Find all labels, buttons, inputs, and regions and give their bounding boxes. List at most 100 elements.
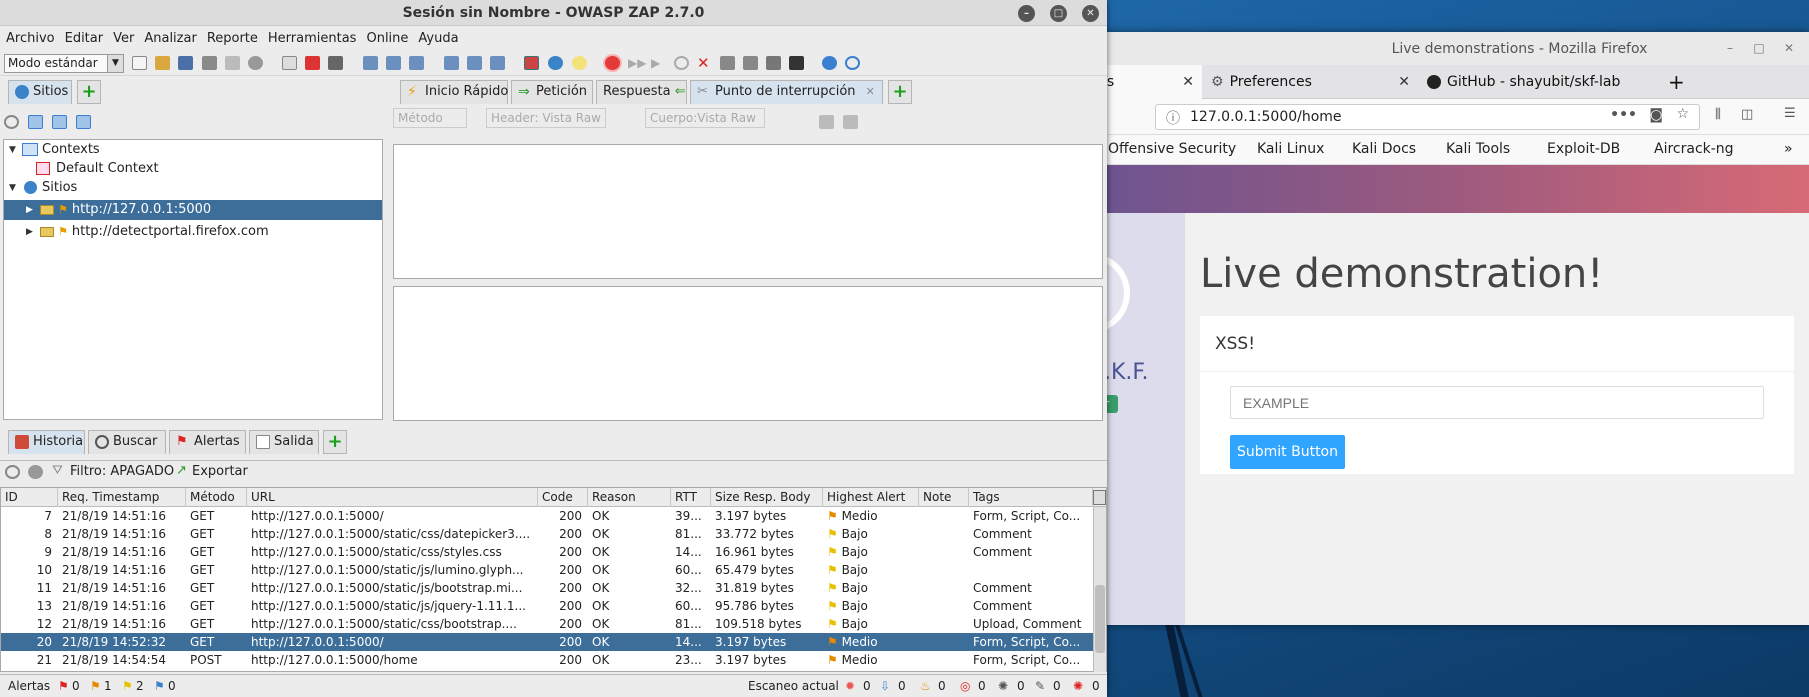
import-icon[interactable] xyxy=(328,56,343,70)
lightbulb-icon[interactable] xyxy=(572,56,587,70)
close-icon[interactable]: ✕ xyxy=(1082,5,1099,22)
split-view-icon[interactable] xyxy=(819,115,834,129)
collapsed-icon[interactable]: ▶ xyxy=(26,200,33,220)
info-icon[interactable]: ⓘ xyxy=(1166,108,1180,128)
encode-icon[interactable] xyxy=(720,56,735,70)
tools-icon[interactable] xyxy=(743,56,758,70)
menu-ayuda[interactable]: Ayuda xyxy=(418,31,458,46)
library-icon[interactable]: ⫼ xyxy=(1715,107,1721,122)
filter-status[interactable]: Filtro: APAGADO xyxy=(70,464,174,479)
menu-herramientas[interactable]: Herramientas xyxy=(268,31,357,46)
properties-icon[interactable] xyxy=(225,56,240,70)
table-row[interactable]: 11 21/8/19 14:51:16 GET http://127.0.0.1:50… xyxy=(1,579,1093,597)
close-tab-icon[interactable]: ✕ xyxy=(1398,74,1410,90)
table-row[interactable]: 9 21/8/19 14:51:16 GET http://127.0.0.1:500… xyxy=(1,543,1093,561)
bookmark-kali-linux[interactable]: Kali Linux xyxy=(1257,141,1324,157)
menu-online[interactable]: Online xyxy=(366,31,408,46)
tab-respuesta[interactable]: Respuesta ⇐ xyxy=(596,80,687,104)
step-icon[interactable]: ▶▶ xyxy=(628,56,646,70)
maximize-icon[interactable]: □ xyxy=(1050,5,1067,22)
tab-alertas[interactable]: ⚑ Alertas xyxy=(169,430,246,454)
minimize-icon[interactable]: – xyxy=(1018,5,1035,22)
filter-icon[interactable]: ⛛ xyxy=(52,463,63,478)
page-actions-icon[interactable]: ••• xyxy=(1610,107,1637,123)
new-tab-button[interactable]: + xyxy=(1660,65,1693,99)
gear-icon[interactable] xyxy=(248,56,263,70)
new-context-icon[interactable] xyxy=(282,56,297,70)
tab-buscar[interactable]: Buscar xyxy=(88,430,166,454)
layout-icon[interactable] xyxy=(409,56,424,70)
table-row[interactable]: 12 21/8/19 14:51:16 GET http://127.0.0.1:50… xyxy=(1,615,1093,633)
column-header[interactable]: Método xyxy=(186,488,247,507)
table-row[interactable]: 10 21/8/19 14:51:16 GET http://127.0.0.1:50… xyxy=(1,561,1093,579)
scope-icon[interactable] xyxy=(28,465,43,479)
table-row[interactable]: 13 21/8/19 14:51:16 GET http://127.0.0.1:50… xyxy=(1,597,1093,615)
layout-icon[interactable] xyxy=(490,56,505,70)
expand-icon[interactable]: ▼ xyxy=(9,140,16,160)
tab-preferences[interactable]: ⚙ Preferences ✕ xyxy=(1203,65,1418,99)
export-context-icon[interactable] xyxy=(76,115,91,129)
column-header[interactable]: Req. Timestamp xyxy=(58,488,186,507)
menu-analizar[interactable]: Analizar xyxy=(144,31,196,46)
column-header[interactable]: Highest Alert xyxy=(823,488,919,507)
minimize-icon[interactable]: – xyxy=(1723,41,1737,55)
column-header[interactable]: Note xyxy=(919,488,969,507)
export-button[interactable]: Exportar xyxy=(192,464,248,479)
break-icon[interactable] xyxy=(605,56,620,70)
tab-historia[interactable]: Historia xyxy=(8,430,85,454)
collapsed-icon[interactable]: ▶ xyxy=(26,222,33,242)
tree-node-default-context[interactable]: Default Context xyxy=(4,159,382,179)
refresh-icon[interactable] xyxy=(845,56,860,70)
scan-policy-icon[interactable] xyxy=(524,56,539,70)
request-body-pane[interactable] xyxy=(393,286,1103,421)
mode-select[interactable]: Modo estándar ▼ xyxy=(4,54,124,73)
tab-sitios[interactable]: Sitios xyxy=(8,80,72,104)
layout-icon[interactable] xyxy=(444,56,459,70)
tab-punto-de-interrupcion[interactable]: ✂ Punto de interrupción ✕ xyxy=(690,80,883,104)
table-row[interactable]: 21 21/8/19 14:54:54 POST http://127.0.0.1:5… xyxy=(1,651,1093,669)
drop-icon[interactable] xyxy=(674,56,689,70)
scrollbar-thumb[interactable] xyxy=(1095,585,1105,653)
tree-node-contexts[interactable]: ▼ Contexts xyxy=(4,140,382,160)
layout-icon[interactable] xyxy=(363,56,378,70)
target-icon[interactable] xyxy=(5,465,20,479)
column-header[interactable]: Tags xyxy=(969,488,1093,507)
new-session-icon[interactable] xyxy=(132,56,147,70)
export-icon[interactable]: ↗ xyxy=(176,463,187,478)
open-session-icon[interactable] xyxy=(155,56,170,70)
bookmark-aircrack-ng[interactable]: Aircrack-ng xyxy=(1654,141,1734,157)
column-header[interactable]: RTT xyxy=(671,488,711,507)
tree-node-sitios[interactable]: ▼ Sitios xyxy=(4,178,382,198)
bookmark-offensive-security[interactable]: Offensive Security xyxy=(1108,141,1236,157)
request-header-pane[interactable] xyxy=(393,144,1103,279)
expand-icon[interactable]: ▼ xyxy=(9,178,16,198)
close-tab-icon[interactable]: ✕ xyxy=(866,85,875,98)
method-select[interactable]: Método xyxy=(393,108,467,128)
tree-node-localhost[interactable]: ▶ ⚑ http://127.0.0.1:5000 xyxy=(4,200,382,220)
tab-salida[interactable]: Salida xyxy=(249,430,319,454)
save-session-icon[interactable] xyxy=(178,56,193,70)
remove-break-icon[interactable]: ✕ xyxy=(697,56,712,71)
tab-inicio-rapido[interactable]: ⚡ Inicio Rápido xyxy=(400,80,508,104)
column-header[interactable]: Size Resp. Body xyxy=(711,488,823,507)
column-header[interactable]: Reason xyxy=(588,488,671,507)
import-context-icon[interactable] xyxy=(52,115,67,129)
column-chooser-icon[interactable] xyxy=(1093,490,1106,505)
header-view-select[interactable]: Header: Vista Raw xyxy=(486,108,606,128)
vertical-scrollbar[interactable] xyxy=(1093,507,1106,672)
folder-icon[interactable] xyxy=(766,56,781,70)
body-view-select[interactable]: Cuerpo:Vista Raw xyxy=(645,108,765,128)
url-bar[interactable]: ⓘ 127.0.0.1:5000/home ••• ◙ ☆ xyxy=(1155,104,1700,130)
maximize-icon[interactable]: □ xyxy=(1752,41,1766,55)
layout-icon[interactable] xyxy=(386,56,401,70)
submit-button[interactable]: Submit Button xyxy=(1230,435,1345,469)
example-input[interactable] xyxy=(1230,386,1764,419)
table-row[interactable]: 7 21/8/19 14:51:16 GET http://127.0.0.1:500… xyxy=(1,507,1093,525)
menu-ver[interactable]: Ver xyxy=(113,31,134,46)
bookmark-kali-docs[interactable]: Kali Docs xyxy=(1352,141,1416,157)
column-header[interactable]: ID xyxy=(1,488,58,507)
tab-peticion[interactable]: ⇒ Petición xyxy=(511,80,593,104)
menu-editar[interactable]: Editar xyxy=(65,31,104,46)
continue-icon[interactable]: ▶ xyxy=(651,56,666,70)
tabbed-view-icon[interactable] xyxy=(843,115,858,129)
